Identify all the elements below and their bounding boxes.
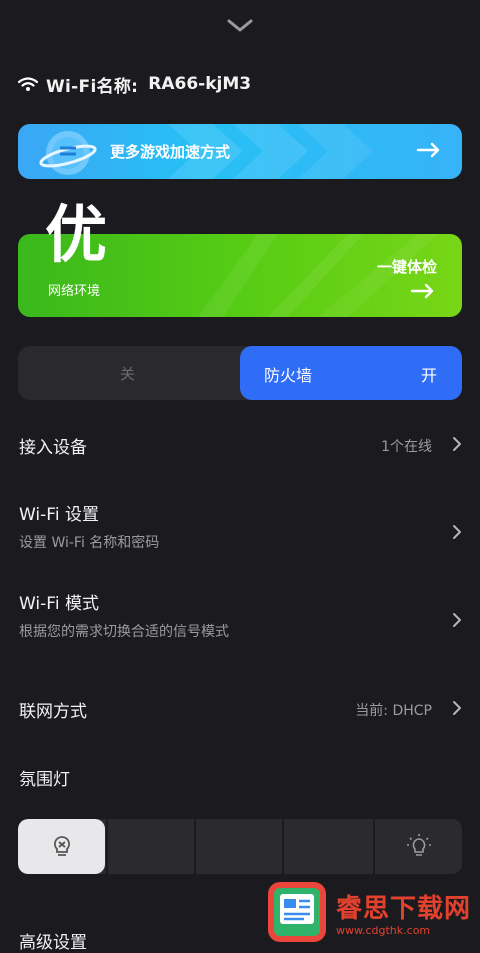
firewall-state: 开 [420,366,437,385]
game-banner-label: 更多游戏加速方式 [110,143,231,161]
firewall-label: 防火墙 [264,366,313,385]
wifi-icon [18,77,38,91]
bulb-on-icon [407,834,431,856]
chevron-right-icon [453,613,461,627]
ambient-light-selector[interactable] [18,819,462,874]
firewall-toggle[interactable]: 关 防火墙 开 [18,346,462,400]
connection-method-title: 联网方式 [19,702,87,722]
connected-devices-row[interactable]: 接入设备 1个在线 [0,420,480,468]
arrow-right-icon [416,142,440,158]
wifi-mode-subtitle: 根据您的需求切换合适的信号模式 [19,624,229,640]
wifi-mode-row[interactable]: Wi-Fi 模式 根据您的需求切换合适的信号模式 [0,583,480,649]
watermark-url: www.cdgthk.com [336,924,431,937]
chevron-right-icon [453,701,461,715]
wifi-ssid: RA66-kjM3 [148,74,252,94]
chevron-right-icon [453,437,461,451]
light-off-option[interactable] [18,819,105,874]
ambient-light-title: 氛围灯 [19,770,70,790]
game-planet-icon [39,131,97,175]
firewall-off-option[interactable]: 关 [120,363,135,384]
wifi-name-label: Wi-Fi名称: [46,76,139,97]
connection-method-value: 当前: DHCP [355,703,432,719]
watermark-text: 睿思下载网 [336,894,472,924]
connected-devices-title: 接入设备 [19,438,87,458]
connection-method-row[interactable]: 联网方式 当前: DHCP [0,684,480,732]
light-option-4[interactable] [284,819,372,874]
wifi-settings-title: Wi-Fi 设置 [19,505,99,525]
network-label: 网络环境 [48,284,101,299]
wifi-mode-title: Wi-Fi 模式 [19,594,99,614]
network-grade: 优 [45,198,108,271]
advanced-settings-title: 高级设置 [19,933,87,953]
light-option-3[interactable] [196,819,281,874]
network-status-card[interactable]: 优 网络环境 一键体检 [18,204,462,317]
wifi-name-row: Wi-Fi名称: RA66-kjM3 [18,70,251,98]
light-on-option[interactable] [375,819,462,874]
game-acceleration-banner[interactable]: 更多游戏加速方式 [18,124,462,179]
watermark-logo: 睿思下载网 www.cdgthk.com [262,880,480,944]
wifi-settings-subtitle: 设置 Wi-Fi 名称和密码 [19,535,160,551]
firewall-on-option[interactable]: 防火墙 开 [240,346,462,400]
one-click-check-button[interactable]: 一键体检 [377,256,437,277]
light-option-2[interactable] [108,819,193,874]
watermark-app-icon [268,882,326,942]
chevron-right-icon [453,525,461,539]
wifi-settings-row[interactable]: Wi-Fi 设置 设置 Wi-Fi 名称和密码 [0,494,480,560]
connected-devices-count: 1个在线 [381,439,432,455]
collapse-chevron-icon[interactable] [226,18,254,34]
arrow-right-icon [410,283,434,299]
bulb-off-icon [54,836,70,856]
